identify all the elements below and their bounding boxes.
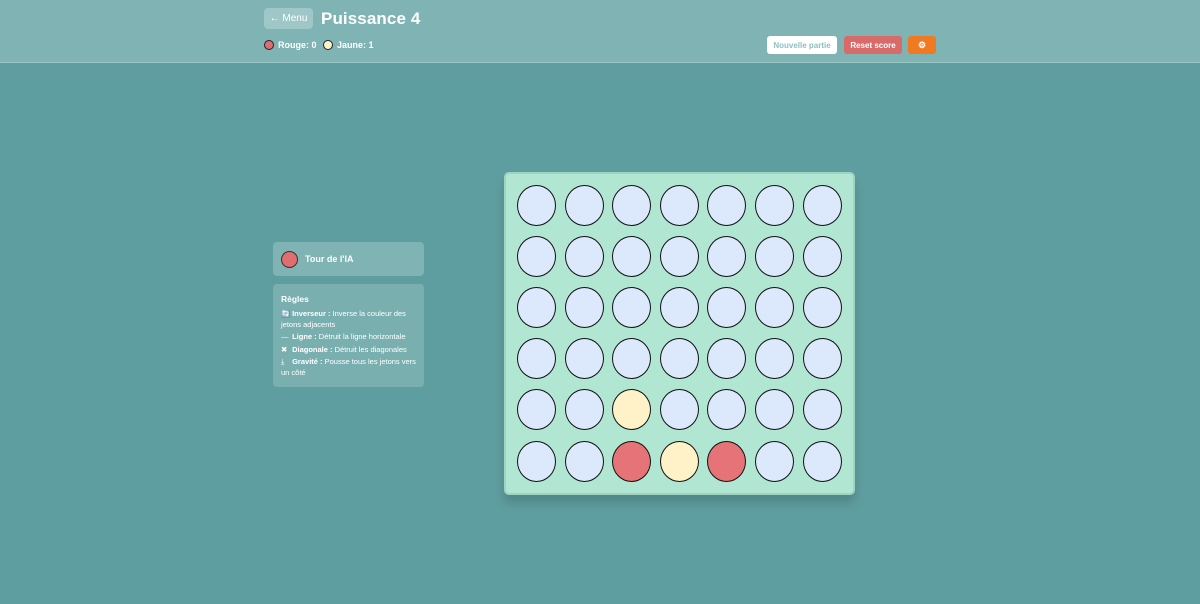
board-cell-red[interactable]	[612, 440, 652, 482]
board-cell-empty[interactable]	[802, 236, 842, 278]
board-cell-empty[interactable]	[755, 185, 794, 226]
board-cell-empty[interactable]	[659, 338, 699, 380]
score-red-label: Rouge: 0	[278, 40, 317, 50]
board-cell-empty[interactable]	[659, 389, 699, 431]
board-cell-empty[interactable]	[707, 389, 747, 431]
gear-icon: ⚙	[917, 39, 927, 50]
board-cell-empty[interactable]	[517, 338, 556, 380]
new-game-button[interactable]: Nouvelle partie	[767, 36, 837, 54]
swap-icon: 🔄	[281, 309, 291, 318]
board-cell-empty[interactable]	[564, 440, 604, 482]
board-cell-empty[interactable]	[517, 236, 556, 278]
board-cell-empty[interactable]	[755, 440, 794, 482]
board-cell-red[interactable]	[707, 440, 747, 482]
score-yellow: Jaune: 1	[323, 39, 374, 51]
board-cell-empty[interactable]	[802, 185, 842, 226]
board-cell-empty[interactable]	[755, 236, 794, 278]
game-board	[504, 172, 855, 495]
rule-desc: Détruit les diagonales	[334, 344, 407, 354]
board-cell-empty[interactable]	[755, 287, 794, 329]
rule-name: Gravité :	[292, 357, 323, 366]
board-cell-empty[interactable]	[517, 185, 556, 226]
board-cell-empty[interactable]	[802, 338, 842, 380]
board-cell-empty[interactable]	[707, 338, 747, 380]
rule-item: 🔄 Inverseur : Inverse la couleur des jet…	[281, 309, 416, 330]
board-cell-empty[interactable]	[755, 338, 794, 380]
board-cell-empty[interactable]	[612, 185, 652, 226]
settings-button[interactable]: ⚙	[908, 36, 936, 54]
rules-panel: Règles 🔄 Inverseur : Inverse la couleur …	[273, 284, 424, 387]
board-cell-empty[interactable]	[564, 185, 604, 226]
board-cell-empty[interactable]	[802, 389, 842, 431]
board-cell-empty[interactable]	[517, 389, 556, 431]
top-bar: ← Menu Puissance 4 Rouge: 0 Jaune: 1 Nou…	[0, 0, 1200, 63]
cross-icon: ✖	[281, 344, 288, 354]
board-cell-empty[interactable]	[517, 440, 556, 482]
line-icon: —	[281, 332, 289, 341]
rule-item: — Ligne : Détruit la ligne horizontale	[281, 332, 416, 343]
turn-token-icon	[281, 250, 298, 268]
board-cell-empty[interactable]	[517, 287, 556, 329]
board-cell-empty[interactable]	[707, 287, 747, 329]
board-cell-empty[interactable]	[564, 389, 604, 431]
board-cell-yellow[interactable]	[659, 440, 699, 482]
board-cell-empty[interactable]	[564, 236, 604, 278]
board-cell-yellow[interactable]	[612, 389, 652, 431]
turn-label: Tour de l'IA	[305, 254, 354, 264]
board-cell-empty[interactable]	[612, 236, 652, 278]
gravity-icon: ⤓	[281, 357, 285, 366]
board-cell-empty[interactable]	[659, 185, 699, 226]
score-red: Rouge: 0	[264, 39, 317, 51]
rule-name: Diagonale :	[292, 344, 333, 354]
rule-name: Inverseur :	[292, 309, 331, 318]
menu-back-button[interactable]: ← Menu	[264, 8, 313, 29]
rules-title: Règles	[281, 294, 309, 304]
board-cell-empty[interactable]	[659, 287, 699, 329]
red-token-icon	[264, 40, 274, 50]
board-cell-empty[interactable]	[755, 389, 794, 431]
score-yellow-label: Jaune: 1	[337, 40, 374, 50]
rule-desc: Détruit la ligne horizontale	[318, 332, 406, 341]
board-cell-empty[interactable]	[707, 236, 747, 278]
rule-item: ⤓ Gravité : Pousse tous les jetons vers …	[281, 357, 416, 378]
board-cell-empty[interactable]	[802, 440, 842, 482]
board-cell-empty[interactable]	[564, 287, 604, 329]
board-cell-empty[interactable]	[564, 338, 604, 380]
board-cell-empty[interactable]	[707, 185, 747, 226]
rule-item: ✖ Diagonale : Détruit les diagonales	[281, 345, 416, 356]
board-cell-empty[interactable]	[612, 287, 652, 329]
reset-score-button[interactable]: Reset score	[844, 36, 902, 54]
yellow-token-icon	[323, 40, 333, 50]
board-cell-empty[interactable]	[612, 338, 652, 380]
board-cell-empty[interactable]	[802, 287, 842, 329]
turn-indicator: Tour de l'IA	[273, 242, 424, 276]
rule-name: Ligne :	[292, 332, 317, 341]
board-cell-empty[interactable]	[659, 236, 699, 278]
page-title: Puissance 4	[321, 9, 421, 28]
